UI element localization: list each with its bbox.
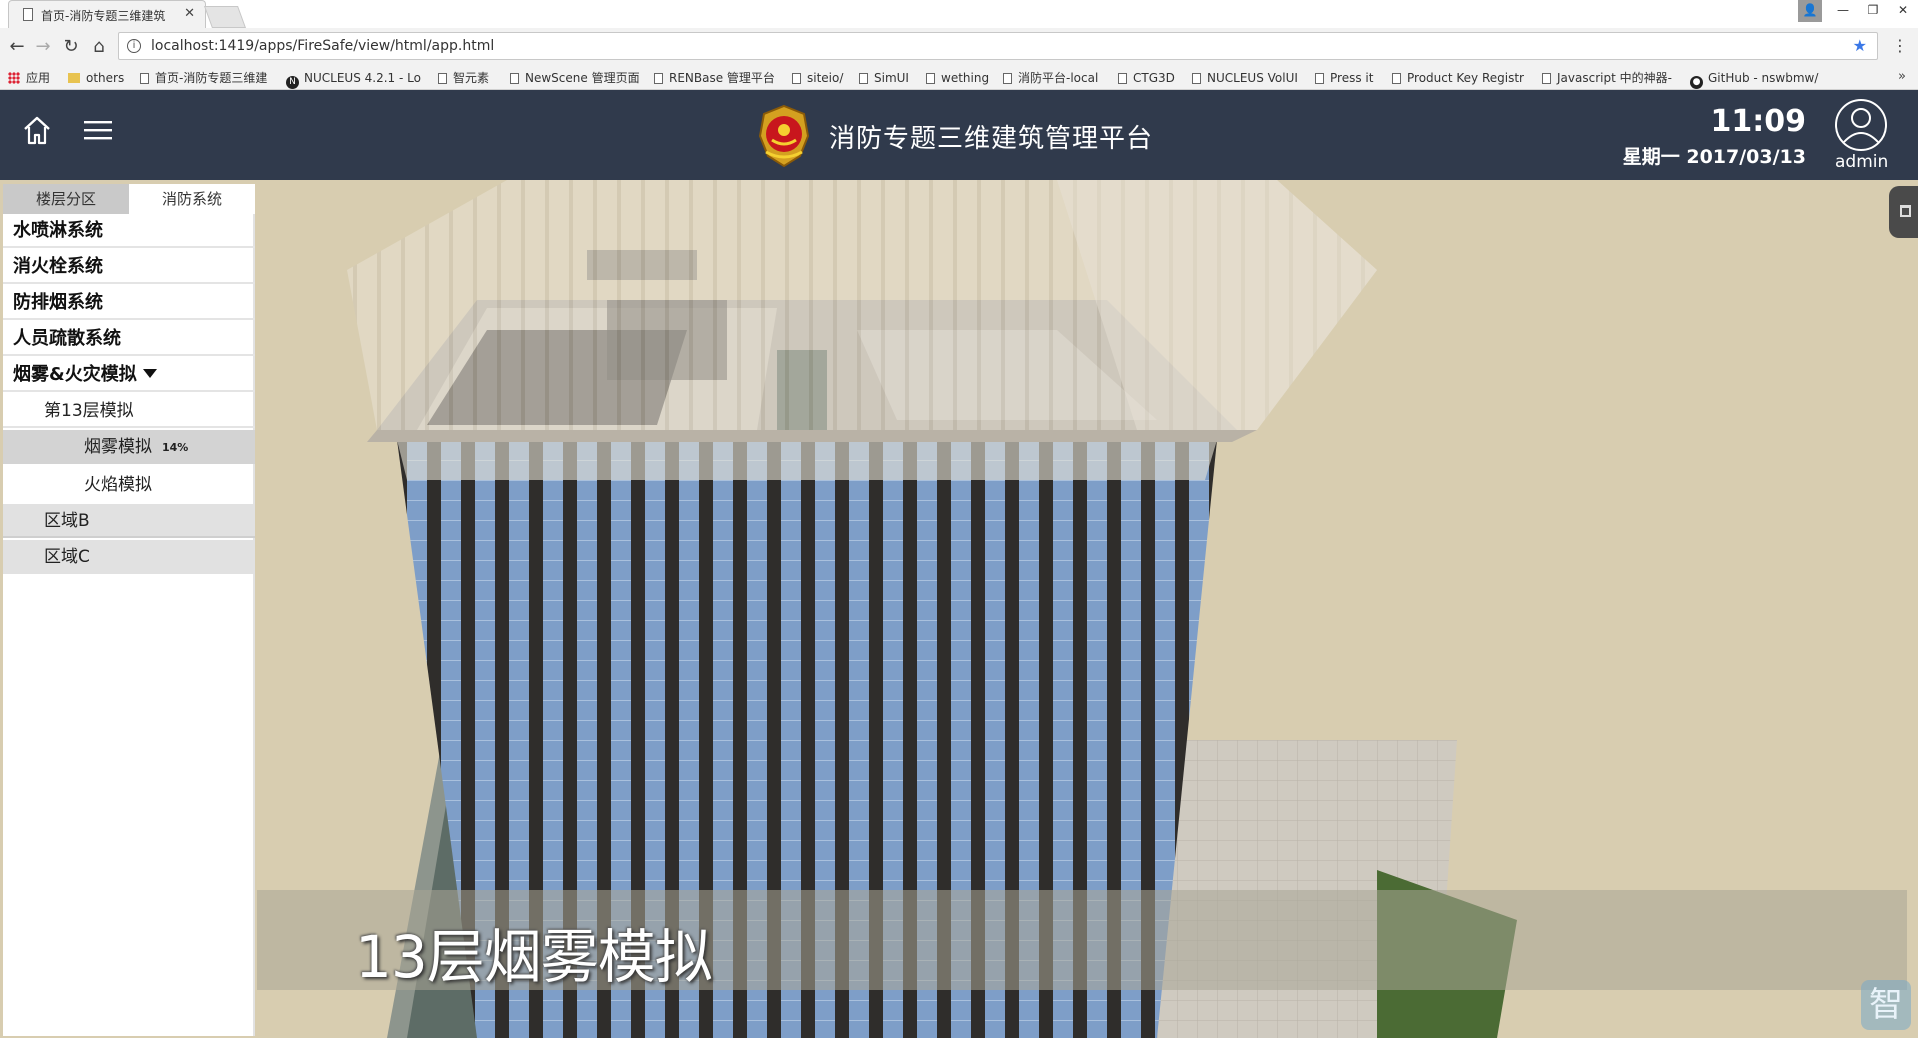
- url-input[interactable]: i localhost:1419/apps/FireSafe/view/html…: [118, 32, 1878, 60]
- page-icon: [1192, 73, 1201, 84]
- folder-icon: [68, 73, 80, 83]
- bookmark-item[interactable]: SimUI: [859, 70, 909, 86]
- restore-icon[interactable]: ❐: [1858, 0, 1888, 22]
- page-icon: [1542, 73, 1551, 84]
- profile-icon[interactable]: 👤: [1798, 0, 1822, 22]
- minimize-icon[interactable]: —: [1828, 0, 1858, 22]
- sidebar-item-simulation[interactable]: 烟雾&火灾模拟: [3, 358, 255, 392]
- bookmark-item[interactable]: CTG3D: [1118, 70, 1175, 86]
- page-icon: [654, 73, 663, 84]
- bookmark-item[interactable]: Press it: [1315, 70, 1373, 86]
- home-browser-icon[interactable]: ⌂: [88, 36, 110, 58]
- panel-toggle-button[interactable]: [1889, 186, 1918, 238]
- forward-icon[interactable]: →: [32, 36, 54, 58]
- bookmark-item[interactable]: 首页-消防专题三维建: [140, 70, 267, 86]
- reload-icon[interactable]: ↻: [60, 36, 82, 58]
- bookmark-item[interactable]: siteio/: [792, 70, 843, 86]
- info-icon[interactable]: i: [127, 39, 141, 53]
- back-icon[interactable]: ←: [6, 36, 28, 58]
- app-title: 消防专题三维建筑管理平台: [829, 124, 1154, 154]
- bookmark-item[interactable]: 智元素: [438, 70, 489, 86]
- user-name: admin: [1835, 152, 1889, 172]
- bookmark-item[interactable]: RENBase 管理平台: [654, 70, 775, 86]
- layers-icon: [1900, 205, 1911, 217]
- progress-percent: 14%: [162, 441, 189, 454]
- page-icon: [438, 73, 447, 84]
- bookmark-item[interactable]: ● GitHub - nswbmw/: [1690, 70, 1818, 89]
- bookmark-others[interactable]: others: [68, 70, 124, 86]
- browser-tab-title: 首页-消防专题三维建筑: [41, 9, 166, 23]
- page-icon: [926, 73, 935, 84]
- bookmark-item[interactable]: Javascript 中的神器-: [1542, 70, 1672, 86]
- page-icon: [859, 73, 868, 84]
- page-icon: [1003, 73, 1012, 84]
- tab-fire-systems[interactable]: 消防系统: [129, 184, 255, 214]
- fire-department-emblem-icon: [758, 104, 810, 168]
- bookmark-item[interactable]: wething: [926, 70, 989, 86]
- app-header: 消防专题三维建筑管理平台 11:09 星期一 2017/03/13 admin: [0, 90, 1918, 180]
- sidebar-item-fire-sim[interactable]: 火焰模拟: [3, 468, 255, 502]
- user-avatar-icon[interactable]: [1834, 98, 1888, 152]
- page-icon: [140, 73, 149, 84]
- sidebar-item-hydrant[interactable]: 消火栓系统: [3, 250, 255, 284]
- apps-grid-icon: [8, 72, 20, 84]
- sidebar-item-zone-c[interactable]: 区域C: [3, 540, 255, 574]
- simulation-caption: 13层烟雾模拟: [355, 923, 713, 991]
- bookmark-star-icon[interactable]: ★: [1853, 36, 1867, 55]
- page-icon: [792, 73, 801, 84]
- url-text: localhost:1419/apps/FireSafe/view/html/a…: [151, 38, 495, 54]
- clock-time: 11:09: [1710, 104, 1807, 139]
- watermark-logo: 智: [1861, 980, 1911, 1030]
- close-window-icon[interactable]: ✕: [1888, 0, 1918, 22]
- bookmark-item[interactable]: N NUCLEUS 4.2.1 - Lo: [286, 70, 421, 89]
- 3d-viewport[interactable]: 13层烟雾模拟 智: [257, 180, 1918, 1038]
- clock-date: 星期一 2017/03/13: [1622, 146, 1806, 168]
- bookmarks-overflow-icon[interactable]: »: [1898, 69, 1906, 84]
- bookmark-item[interactable]: NUCLEUS VolUI: [1192, 70, 1298, 86]
- home-icon[interactable]: [22, 114, 52, 146]
- bookmark-item[interactable]: 消防平台-local: [1003, 70, 1098, 86]
- address-bar-row: ← → ↻ ⌂ i localhost:1419/apps/FireSafe/v…: [0, 28, 1918, 66]
- bookmark-item[interactable]: NewScene 管理页面: [510, 70, 640, 86]
- page-icon: [510, 73, 519, 84]
- new-tab-button[interactable]: [203, 6, 247, 28]
- sidebar-item-sprinkler[interactable]: 水喷淋系统: [3, 214, 255, 248]
- window-controls: 👤 — ❐ ✕: [1798, 0, 1918, 24]
- menu-icon[interactable]: [83, 118, 113, 142]
- browser-tab[interactable]: 首页-消防专题三维建筑 ✕: [8, 0, 206, 28]
- page-icon: [1118, 73, 1127, 84]
- bookmarks-bar: 应用 others 首页-消防专题三维建 N NUCLEUS 4.2.1 - Lo…: [0, 66, 1918, 90]
- nucleus-icon: N: [286, 76, 299, 89]
- bookmark-item[interactable]: Product Key Registr: [1392, 70, 1524, 86]
- sidebar-tabs: 楼层分区 消防系统: [3, 184, 255, 214]
- browser-menu-icon[interactable]: ⋮: [1892, 36, 1908, 55]
- sidebar-item-floor13[interactable]: 第13层模拟: [3, 394, 255, 428]
- sidebar-item-evacuation[interactable]: 人员疏散系统: [3, 322, 255, 356]
- bookmark-apps[interactable]: 应用: [8, 70, 50, 86]
- caret-down-icon: [142, 369, 157, 378]
- sidebar-item-smoke-sim[interactable]: 烟雾模拟 14%: [3, 430, 255, 464]
- page-icon: [1392, 73, 1401, 84]
- close-tab-icon[interactable]: ✕: [184, 6, 195, 21]
- sidebar-item-smoke-control[interactable]: 防排烟系统: [3, 286, 255, 320]
- page-icon: [23, 8, 33, 21]
- browser-tabstrip: 首页-消防专题三维建筑 ✕ 👤 — ❐ ✕: [0, 0, 1918, 28]
- page-icon: [1315, 73, 1324, 84]
- github-icon: ●: [1690, 76, 1703, 89]
- tab-floor-zones[interactable]: 楼层分区: [3, 184, 129, 214]
- sidebar-item-zone-b[interactable]: 区域B: [3, 504, 255, 538]
- sidebar: 楼层分区 消防系统 水喷淋系统 消火栓系统 防排烟系统 人员疏散系统 烟雾&火灾…: [3, 184, 255, 1036]
